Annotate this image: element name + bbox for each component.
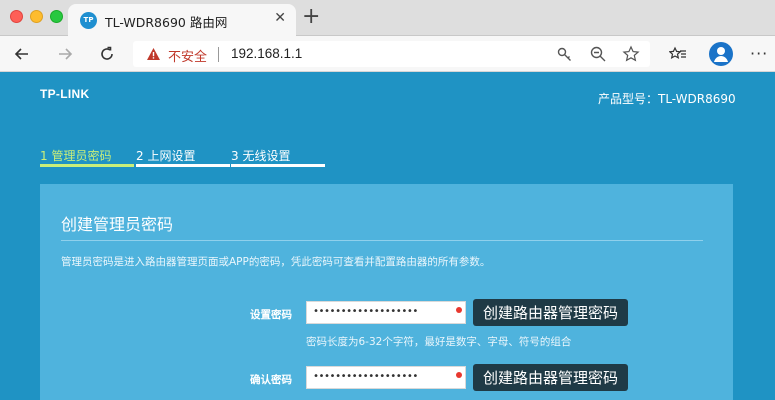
back-button[interactable] — [10, 42, 34, 66]
zoom-out-icon[interactable] — [589, 45, 607, 63]
forward-icon — [59, 48, 73, 60]
close-tab-icon[interactable]: ✕ — [274, 10, 286, 26]
warning-icon — [147, 48, 160, 60]
browser-toolbar: 不安全 192.168.1.1 ··· — [0, 36, 775, 72]
tab-title: TL-WDR8690 路由网 — [105, 15, 228, 30]
set-password-input[interactable]: ••••••••••••••••••• — [306, 301, 466, 324]
maximize-window-button[interactable] — [50, 10, 63, 23]
confirm-password-input[interactable]: ••••••••••••••••••• — [306, 366, 466, 389]
step-admin-password[interactable]: 1 管理员密码 — [40, 147, 111, 164]
step-internet-settings[interactable]: 2 上网设置 — [136, 147, 195, 164]
security-status[interactable]: 不安全 — [168, 46, 207, 65]
step-indicator — [136, 164, 230, 167]
refresh-icon — [101, 46, 113, 60]
annotation-callout: 创建路由器管理密码 — [473, 364, 629, 391]
minimize-window-button[interactable] — [30, 10, 43, 23]
url-text[interactable]: 192.168.1.1 — [231, 46, 302, 61]
profile-icon[interactable] — [709, 42, 733, 66]
new-tab-button[interactable]: + — [302, 5, 320, 29]
divider — [61, 240, 703, 241]
password-value: ••••••••••••••••••• — [313, 306, 418, 317]
refresh-button[interactable] — [95, 42, 119, 66]
favorites-button[interactable] — [666, 42, 690, 66]
tp-link-logo: TP-LINK — [40, 87, 90, 101]
required-indicator — [456, 372, 462, 378]
close-window-button[interactable] — [10, 10, 23, 23]
star-icon[interactable] — [622, 45, 640, 63]
tp-link-favicon-icon: TP — [80, 12, 97, 29]
admin-password-panel: 创建管理员密码 管理员密码是进入路由器管理页面或APP的密码，凭此密码可查看并配… — [40, 184, 733, 400]
address-bar[interactable]: 不安全 192.168.1.1 — [133, 41, 650, 67]
divider — [218, 47, 219, 62]
set-password-label: 设置密码 — [250, 309, 292, 321]
back-icon — [14, 48, 28, 60]
step-indicator-active — [40, 164, 134, 167]
password-value: ••••••••••••••••••• — [313, 371, 418, 382]
router-setup-page: TP-LINK 产品型号：TL-WDR8690 1 管理员密码 2 上网设置 3… — [0, 73, 775, 400]
password-hint: 密码长度为6-32个字符，最好是数字、字母、符号的组合 — [306, 336, 572, 348]
more-icon[interactable]: ··· — [750, 44, 768, 63]
tab-strip: TP TL-WDR8690 路由网 ✕ + — [0, 0, 775, 37]
confirm-password-label: 确认密码 — [250, 374, 292, 386]
panel-title: 创建管理员密码 — [61, 215, 174, 234]
step-wireless-settings[interactable]: 3 无线设置 — [231, 147, 290, 164]
profile-glyph-icon — [714, 47, 728, 62]
annotation-callout: 创建路由器管理密码 — [473, 299, 629, 326]
browser-tab[interactable]: TP TL-WDR8690 路由网 ✕ — [68, 4, 296, 37]
step-indicator — [231, 164, 325, 167]
favorites-icon — [669, 46, 686, 59]
required-indicator — [456, 307, 462, 313]
panel-description: 管理员密码是进入路由器管理页面或APP的密码，凭此密码可查看并配置路由器的所有参… — [61, 256, 491, 268]
forward-button[interactable] — [53, 42, 77, 66]
model-label: 产品型号：TL-WDR8690 — [598, 92, 736, 106]
key-icon[interactable] — [556, 45, 574, 63]
